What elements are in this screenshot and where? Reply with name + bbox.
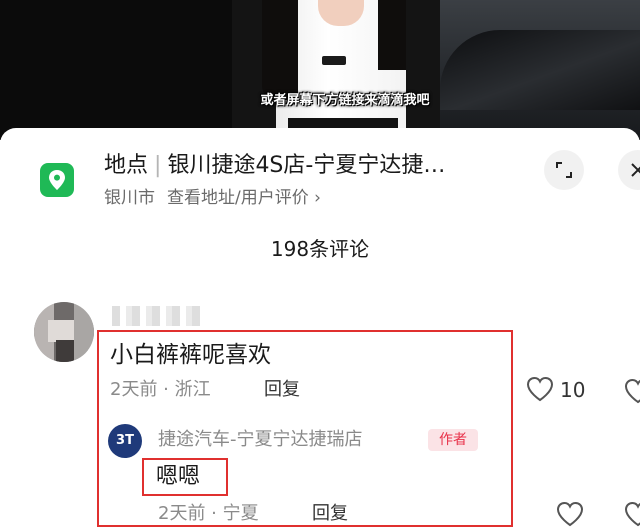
location-prefix: 地点	[104, 153, 149, 178]
avatar-pixel	[48, 320, 74, 342]
avatar[interactable]	[34, 302, 94, 362]
comment-count-title: 198条评论	[270, 237, 370, 261]
comment-time: 2天前	[110, 379, 158, 400]
location-name: 银川捷途4S店-宁夏宁达捷…	[167, 153, 446, 178]
reply-meta: 2天前 · 宁夏	[158, 503, 259, 524]
dislike-icon[interactable]	[624, 376, 640, 406]
author-badge: 作者	[428, 429, 478, 451]
reply-button[interactable]: 回复	[264, 376, 300, 404]
avatar-pixel	[74, 302, 94, 362]
video-hair	[262, 0, 298, 100]
reply-text: 嗯嗯	[156, 464, 201, 489]
heart-icon	[556, 501, 584, 527]
video-player[interactable]: 或者屏幕下方链接来滴滴我吧	[0, 0, 640, 140]
reply-region: 宁夏	[222, 503, 259, 524]
chevron-right-icon: ›	[314, 188, 321, 208]
avatar-pixel	[56, 340, 74, 362]
comment-region: 浙江	[174, 379, 211, 400]
reply-reply-button[interactable]: 回复	[312, 500, 348, 528]
brand-logo-avatar[interactable]: 3T	[108, 424, 142, 458]
video-car-shape	[440, 30, 640, 110]
location-link[interactable]: 查看地址/用户评价	[167, 188, 309, 208]
reply-like-button[interactable]	[556, 499, 586, 527]
comment-text: 小白裤裤呢喜欢	[110, 342, 271, 368]
reply-username[interactable]: 捷途汽车-宁夏宁达捷瑞店	[158, 426, 363, 454]
video-mic	[322, 56, 346, 65]
like-count: 10	[560, 378, 586, 402]
location-title[interactable]: 地点 | 银川捷途4S店-宁夏宁达捷…	[104, 150, 524, 182]
close-icon	[631, 163, 640, 177]
location-subtitle[interactable]: 银川市 查看地址/用户评价 ›	[104, 186, 321, 210]
username-blurred[interactable]	[112, 306, 202, 326]
expand-icon	[556, 162, 572, 178]
video-background-left	[0, 0, 232, 140]
video-subtitle: 或者屏幕下方链接来滴滴我吧	[260, 93, 430, 108]
comment-meta: 2天前 · 浙江	[110, 379, 211, 400]
expand-button[interactable]	[544, 150, 584, 190]
video-hair-right	[378, 0, 406, 70]
heart-icon	[526, 376, 554, 402]
location-pin-icon	[40, 163, 74, 197]
location-city: 银川市	[104, 188, 155, 208]
divider: |	[154, 153, 162, 178]
reply-time: 2天前	[158, 503, 206, 524]
reply-dislike-icon[interactable]	[624, 499, 640, 527]
